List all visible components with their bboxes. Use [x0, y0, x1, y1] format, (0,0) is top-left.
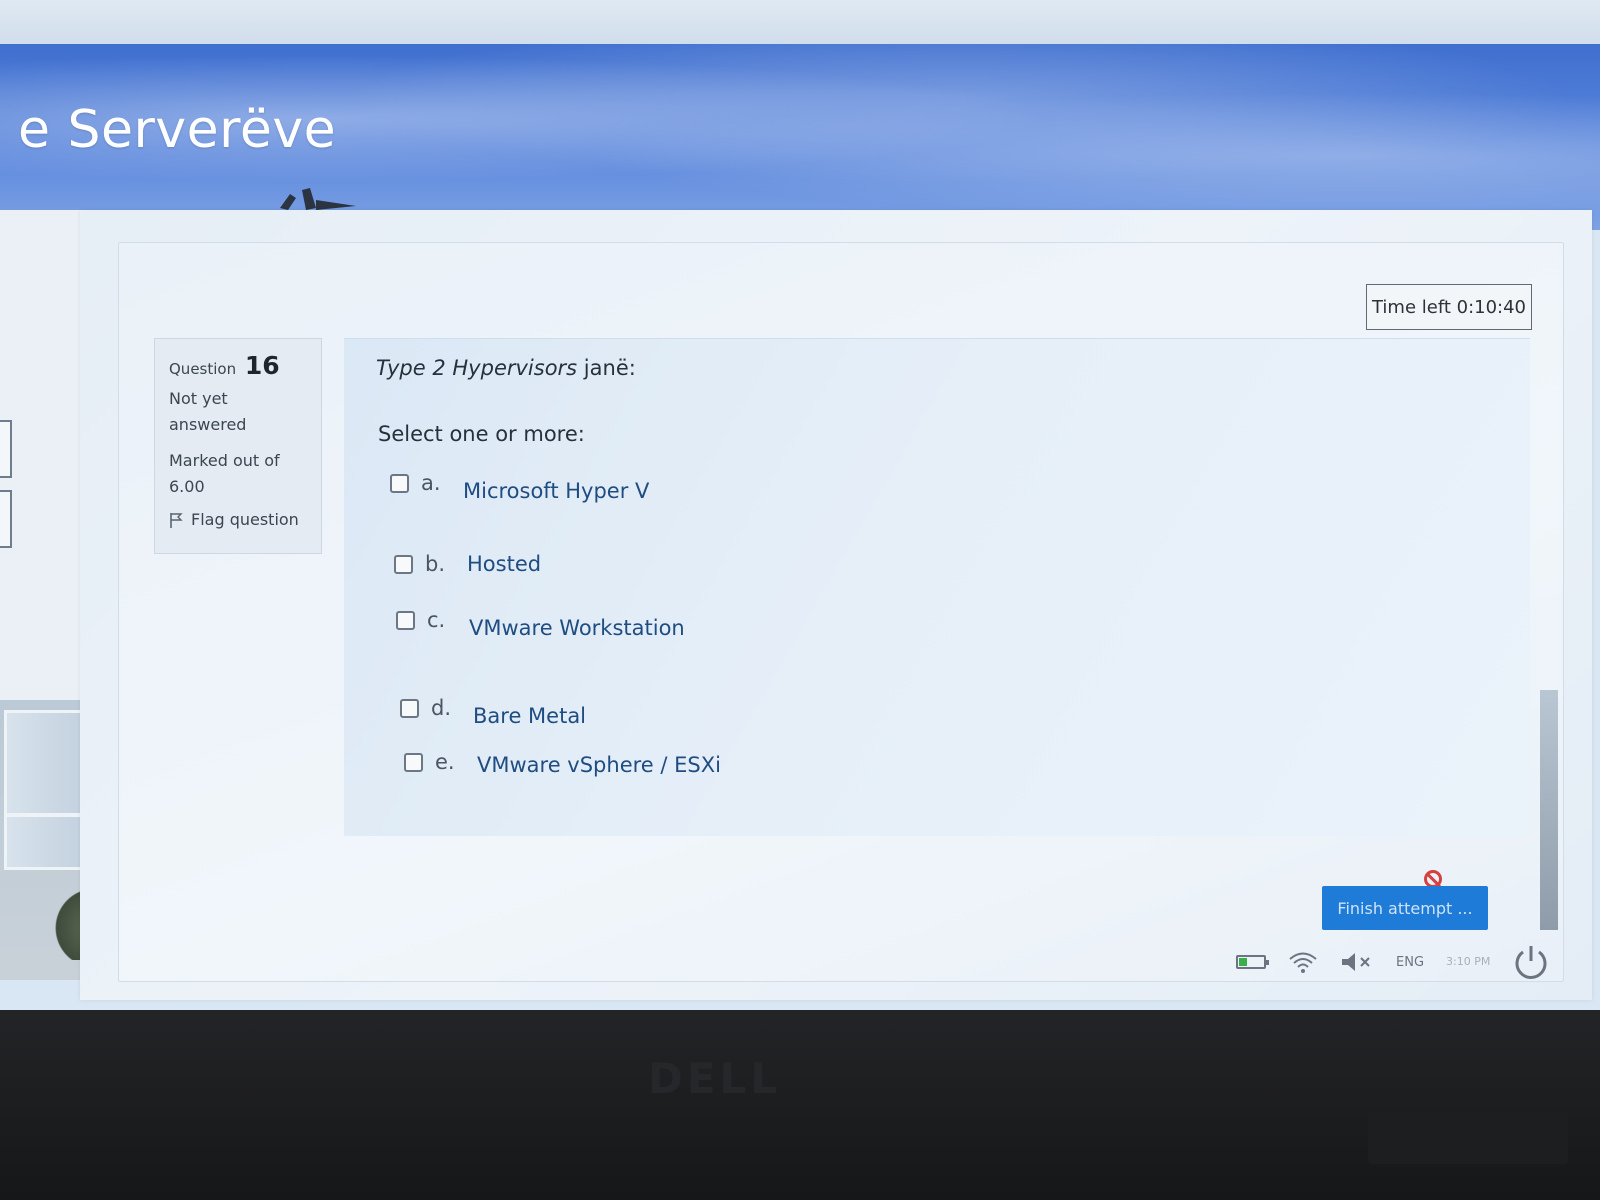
option-letter: a.: [421, 471, 441, 495]
question-text-italic: Type 2 Hypervisors: [376, 356, 578, 380]
question-state-line2: answered: [169, 415, 247, 434]
question-marks-line1: Marked out of: [169, 451, 280, 470]
time-left-timer: Time left 0:10:40: [1366, 284, 1532, 330]
wifi-icon[interactable]: [1288, 950, 1318, 974]
answer-option-a[interactable]: a. Microsoft Hyper V: [390, 463, 649, 503]
question-info-box: Question 16 Not yet answered Marked out …: [154, 338, 322, 554]
power-icon[interactable]: [1512, 943, 1550, 981]
option-letter: b.: [425, 552, 446, 576]
clock[interactable]: 3:10 PM: [1446, 954, 1490, 970]
question-label: Question: [169, 360, 237, 378]
clock-time: 3:10 PM: [1446, 955, 1491, 968]
option-checkbox[interactable]: [394, 554, 413, 574]
option-label: VMware vSphere / ESXi: [477, 753, 721, 777]
side-drawer-tab[interactable]: [0, 490, 12, 548]
question-text-rest: janë:: [577, 356, 636, 380]
option-label: Bare Metal: [473, 704, 587, 728]
answer-prompt: Select one or more:: [378, 422, 585, 446]
laptop-hinge: [1368, 1112, 1568, 1164]
answer-option-d[interactable]: d. Bare Metal: [400, 688, 586, 728]
answer-option-b[interactable]: b. Hosted: [394, 552, 541, 576]
side-drawer-tab[interactable]: [0, 420, 12, 478]
option-label: Hosted: [467, 552, 542, 576]
question-marks: Marked out of 6.00: [169, 448, 307, 500]
option-checkbox[interactable]: [404, 752, 423, 772]
option-letter: d.: [431, 696, 452, 720]
site-title: e Serverëve: [18, 100, 337, 160]
screen: e Serverëve Time left 0:10:40 Question 1…: [0, 0, 1600, 1010]
banner-logo-icon: [280, 188, 356, 210]
option-checkbox[interactable]: [396, 610, 415, 630]
language-indicator[interactable]: ENG: [1396, 955, 1424, 970]
brand-logo: DELL: [648, 1054, 782, 1103]
option-label: VMware Workstation: [469, 616, 685, 640]
finish-attempt-button[interactable]: Finish attempt ...: [1322, 886, 1488, 930]
system-tray: ENG 3:10 PM: [1236, 944, 1550, 980]
flag-question-link[interactable]: Flag question: [169, 510, 307, 529]
option-checkbox[interactable]: [390, 473, 409, 493]
option-checkbox[interactable]: [400, 698, 419, 718]
question-state: Not yet answered: [169, 386, 279, 438]
flag-question-label: Flag question: [191, 510, 299, 529]
question-number: 16: [244, 351, 280, 380]
question-number-line: Question 16: [169, 351, 307, 380]
question-text: Type 2 Hypervisors janë:: [376, 356, 636, 380]
flag-icon: [170, 512, 183, 528]
answer-option-e[interactable]: e. VMware vSphere / ESXi: [404, 747, 721, 777]
page-scrollbar[interactable]: [1540, 690, 1558, 930]
speaker-muted-icon[interactable]: [1340, 951, 1374, 973]
answer-option-c[interactable]: c. VMware Workstation: [396, 600, 685, 640]
question-state-line1: Not yet: [169, 389, 228, 408]
option-letter: c.: [427, 608, 446, 632]
option-label: Microsoft Hyper V: [463, 479, 650, 503]
background-window: [4, 710, 92, 870]
question-marks-line2: 6.00: [169, 477, 205, 496]
battery-icon[interactable]: [1236, 955, 1269, 969]
option-letter: e.: [435, 750, 455, 774]
laptop-bezel: [0, 1010, 1600, 1200]
browser-top-strip: [0, 0, 1600, 48]
